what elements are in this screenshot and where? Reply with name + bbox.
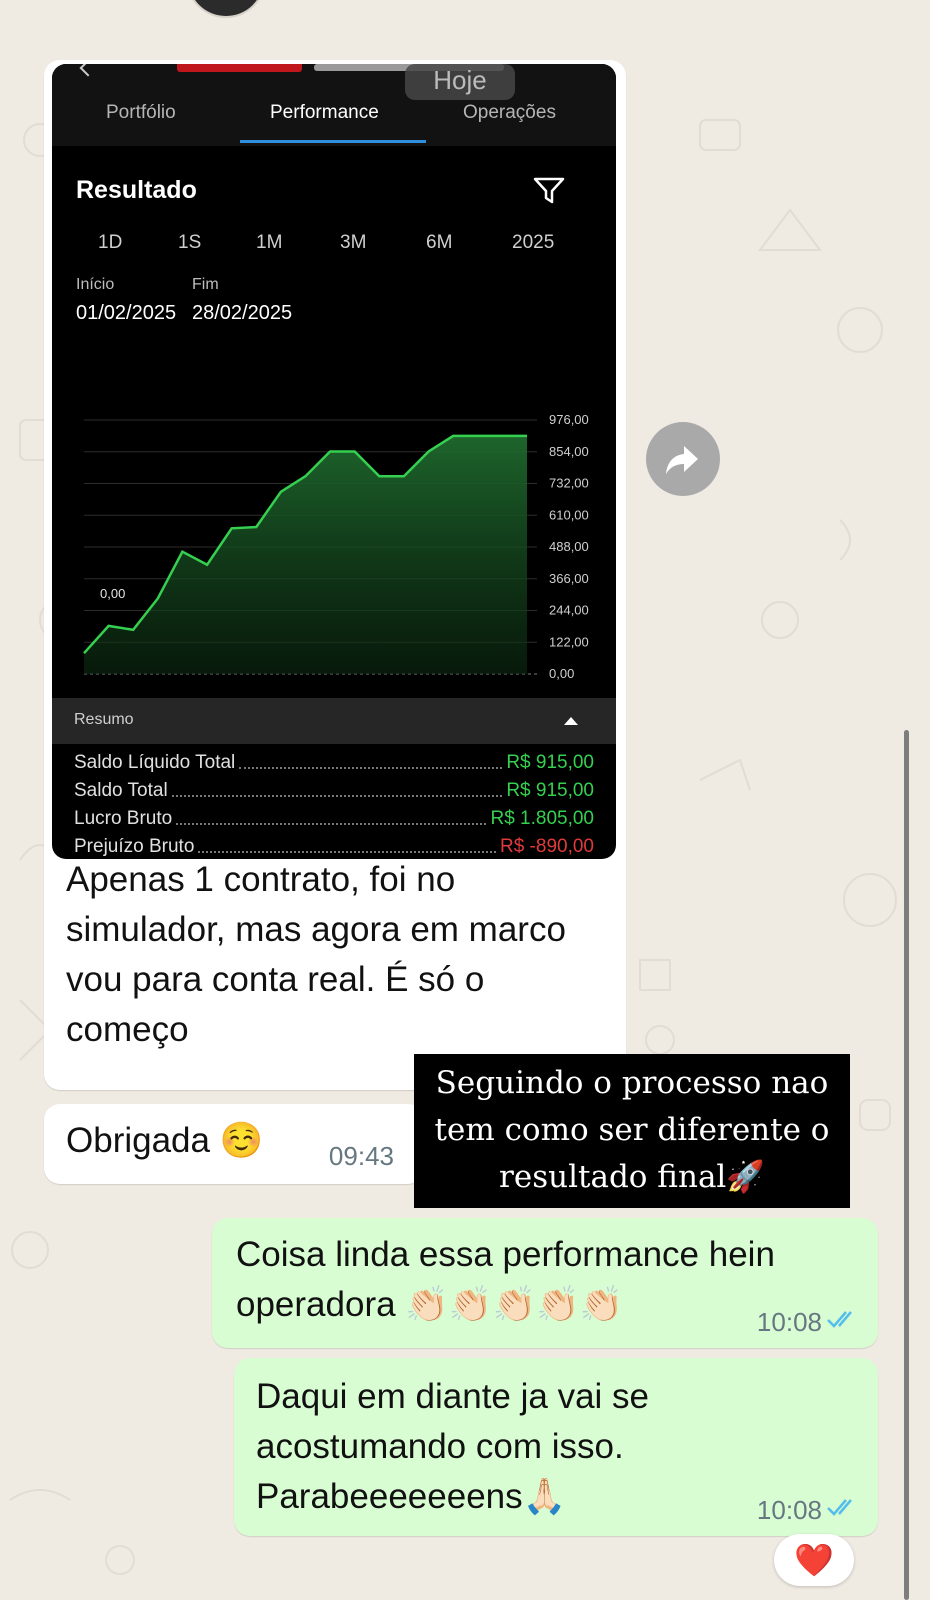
scrollbar[interactable] (904, 730, 909, 1600)
back-arrow-icon (79, 64, 97, 77)
trading-app-screenshot[interactable]: Hoje Portfólio Performance Operações Res… (52, 64, 616, 859)
period-1s[interactable]: 1S (178, 232, 201, 254)
period-1m[interactable]: 1M (256, 232, 282, 254)
y-tick-label: 854,00 (549, 444, 589, 459)
resumo-label: Resumo (74, 711, 134, 728)
filter-icon[interactable] (532, 176, 566, 206)
period-1d[interactable]: 1D (98, 232, 122, 254)
message-time: 09:43 (328, 1141, 394, 1171)
incoming-message[interactable]: Obrigada ☺️ 09:43 (44, 1104, 424, 1184)
forward-button[interactable] (646, 422, 720, 496)
tab-performance[interactable]: Performance (270, 102, 379, 124)
y-tick-label: 732,00 (549, 476, 589, 491)
forward-arrow-icon (666, 446, 698, 474)
summary-row-lucro-bruto: Lucro Bruto R$ 1.805,00 (74, 808, 594, 829)
read-receipt-icon (827, 1311, 852, 1328)
message-text: Apenas 1 contrato, foi no simulador, mas… (66, 860, 566, 1049)
y-tick-label: 122,00 (549, 634, 589, 649)
heart-reaction[interactable]: ❤️ (774, 1534, 854, 1586)
summary-row-saldo-total: Saldo Total R$ 915,00 (74, 780, 594, 801)
y-tick-label: 244,00 (549, 603, 589, 618)
performance-area (84, 435, 527, 674)
end-label: Fim (192, 276, 219, 293)
baseline-value-label: 0,00 (100, 586, 125, 601)
overlay-caption: Seguindo o processo nao tem como ser dif… (414, 1054, 850, 1208)
collapse-caret-icon[interactable] (564, 717, 578, 725)
incoming-message-screenshot[interactable]: Hoje Portfólio Performance Operações Res… (44, 60, 626, 1090)
message-text: Obrigada ☺️ (66, 1121, 264, 1160)
y-tick-label: 610,00 (549, 507, 589, 522)
message-time: 10:08 (756, 1495, 822, 1525)
period-2025[interactable]: 2025 (512, 232, 554, 254)
y-tick-label: 976,00 (549, 412, 589, 427)
active-tab-indicator (240, 140, 426, 143)
tab-operacoes[interactable]: Operações (463, 102, 556, 124)
y-tick-label: 366,00 (549, 571, 589, 586)
outgoing-message[interactable]: Daqui em diante ja vai se acostumando co… (234, 1358, 878, 1536)
date-divider-badge: Hoje (405, 64, 515, 100)
read-receipt-icon (827, 1499, 852, 1516)
tab-portfolio[interactable]: Portfólio (106, 102, 176, 124)
start-label: Início (76, 276, 115, 293)
message-time: 10:08 (756, 1307, 822, 1337)
start-date[interactable]: 01/02/2025 (76, 302, 176, 325)
cropped-badge (177, 64, 302, 72)
period-3m[interactable]: 3M (340, 232, 366, 254)
period-6m[interactable]: 6M (426, 232, 452, 254)
section-title: Resultado (76, 176, 197, 204)
performance-chart: 976,00 854,00 732,00 610,00 488,00 366,00 244,… (83, 412, 589, 681)
outgoing-message[interactable]: Coisa linda essa performance hein operad… (212, 1218, 878, 1348)
end-date[interactable]: 28/02/2025 (192, 302, 292, 325)
app-header: Hoje Portfólio Performance Operações (52, 64, 616, 146)
summary-row-saldo-liquido: Saldo Líquido Total R$ 915,00 (74, 752, 594, 773)
y-tick-label: 0,00 (549, 666, 574, 681)
resumo-header[interactable]: Resumo (52, 698, 616, 744)
y-tick-label: 488,00 (549, 539, 589, 554)
